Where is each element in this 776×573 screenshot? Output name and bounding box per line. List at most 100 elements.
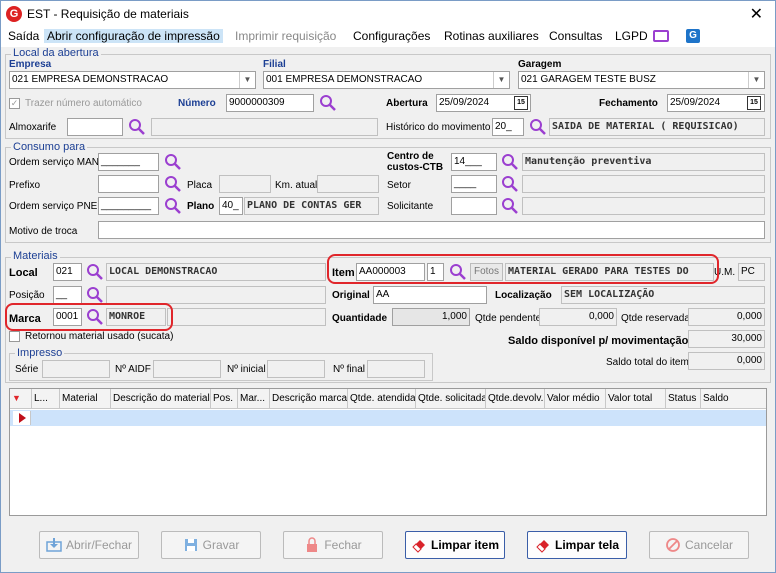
fechar-button[interactable]: Fechar — [283, 531, 383, 559]
help-icon[interactable]: G — [686, 29, 700, 43]
grid-col-status[interactable]: Status — [666, 389, 701, 409]
grid-col-qtde-solicitada[interactable]: Qtde. solicitada — [416, 389, 486, 409]
search-icon[interactable] — [529, 118, 547, 136]
aidf-value — [153, 360, 221, 378]
solicitante-input[interactable] — [451, 197, 497, 215]
menu-consultas[interactable]: Consultas — [546, 29, 605, 43]
search-icon[interactable] — [128, 118, 146, 136]
table-row[interactable] — [10, 410, 766, 426]
centro-custos-label: Centro de custos-CTB — [387, 151, 444, 173]
gravar-button[interactable]: Gravar — [161, 531, 261, 559]
grid-col-valor-total[interactable]: Valor total — [606, 389, 666, 409]
eraser-icon — [535, 537, 551, 553]
menu-imprimir-requisicao[interactable]: Imprimir requisição — [232, 29, 339, 43]
ordem-pne-label: Ordem serviço PNE — [9, 201, 98, 212]
monitor-icon[interactable] — [653, 30, 669, 42]
almoxarife-input[interactable] — [67, 118, 123, 136]
centro-custos-code-input[interactable]: 14___ — [451, 153, 497, 171]
filial-select[interactable]: 001 EMPRESA DEMONSTRACAO — [263, 71, 510, 89]
limpar-tela-button[interactable]: Limpar tela — [527, 531, 627, 559]
chevron-down-icon[interactable]: ▼ — [748, 72, 764, 88]
materials-grid[interactable]: ▼ L... Material Descrição do material Po… — [9, 388, 767, 516]
fechamento-label: Fechamento — [599, 98, 658, 109]
setor-input[interactable]: ____ — [451, 175, 497, 193]
grid-col-material[interactable]: Material — [60, 389, 111, 409]
cancelar-button[interactable]: Cancelar — [649, 531, 749, 559]
motivo-troca-input[interactable] — [98, 221, 765, 239]
ordem-pne-input[interactable]: _________ — [98, 197, 159, 215]
ordem-man-input[interactable]: _______ — [98, 153, 159, 171]
empresa-select[interactable]: 021 EMPRESA DEMONSTRACAO — [9, 71, 256, 89]
plano-description: PLANO DE CONTAS GER — [244, 197, 379, 215]
calendar-icon[interactable]: 15 — [514, 96, 528, 110]
grid-col-qtde-atendida[interactable]: Qtde. atendida — [348, 389, 416, 409]
main-window: G EST - Requisição de materiais ✕ Saída … — [0, 0, 776, 573]
menu-rotinas-auxiliares[interactable]: Rotinas auxiliares — [441, 29, 542, 43]
grid-col-saldo[interactable]: Saldo — [701, 389, 766, 409]
grid-col-valor-medio[interactable]: Valor médio — [545, 389, 606, 409]
grid-col-descricao-material[interactable]: Descrição do material — [111, 389, 211, 409]
highlight-item — [327, 254, 719, 284]
calendar-icon[interactable]: 15 — [747, 96, 761, 110]
search-icon[interactable] — [164, 153, 182, 171]
menu-bar: Saída Abrir configuração de impressão Im… — [1, 27, 775, 47]
limpar-item-button[interactable]: Limpar item — [405, 531, 505, 559]
search-icon[interactable] — [164, 175, 182, 193]
serie-label: Série — [15, 364, 39, 375]
grid-col-descricao-marca[interactable]: Descrição marca — [270, 389, 348, 409]
um-value: PC — [738, 263, 765, 281]
folder-down-icon — [46, 537, 62, 553]
chevron-down-icon[interactable]: ▼ — [493, 72, 509, 88]
inicial-value — [267, 360, 325, 378]
app-logo-icon: G — [6, 6, 22, 22]
marca-extra — [167, 308, 326, 326]
grid-col-marca[interactable]: Mar... — [238, 389, 270, 409]
search-icon[interactable] — [164, 197, 182, 215]
search-icon[interactable] — [501, 153, 519, 171]
search-icon[interactable] — [501, 175, 519, 193]
search-icon[interactable] — [319, 94, 337, 112]
historico-label: Histórico do movimento — [386, 122, 491, 133]
prefixo-input[interactable] — [98, 175, 159, 193]
local-code-input[interactable]: 021 — [53, 263, 82, 281]
grid-col-qtde-devolv[interactable]: Qtde.devolv. — [486, 389, 545, 409]
centro-custos-description: Manutenção preventiva — [522, 153, 765, 171]
group-materiais-title: Materiais — [11, 250, 60, 262]
prefixo-label: Prefixo — [9, 180, 41, 191]
grid-col-l[interactable]: L... — [32, 389, 60, 409]
search-icon[interactable] — [86, 263, 104, 281]
plano-label: Plano — [187, 201, 215, 212]
final-value — [367, 360, 425, 378]
empresa-label: Empresa — [9, 59, 52, 70]
title-bar: G EST - Requisição de materiais ✕ — [1, 1, 775, 27]
trazer-numero-checkbox[interactable]: ✓ — [9, 98, 20, 109]
saldo-total-value: 0,000 — [688, 352, 765, 370]
grid-col-pos[interactable]: Pos. — [211, 389, 238, 409]
garagem-label: Garagem — [518, 59, 562, 70]
original-input[interactable]: AA — [373, 286, 487, 304]
posicao-input[interactable]: __ — [53, 286, 82, 304]
historico-description: SAIDA DE MATERIAL ( REQUISICAO) — [549, 118, 765, 136]
historico-code-input[interactable]: 20_ — [492, 118, 524, 136]
km-atual-label: Km. atual — [275, 180, 318, 191]
retornou-sucata-checkbox[interactable] — [9, 331, 20, 342]
solicitante-label: Solicitante — [387, 201, 434, 212]
abrir-fechar-button[interactable]: Abrir/Fechar — [39, 531, 139, 559]
qtde-pendente-label: Qtde pendente — [475, 313, 542, 324]
menu-abrir-configuracao[interactable]: Abrir configuração de impressão — [44, 29, 223, 43]
plano-code-input[interactable]: 40_ — [219, 197, 243, 215]
quantidade-input[interactable]: 1,000 — [392, 308, 470, 326]
menu-configuracoes[interactable]: Configurações — [350, 29, 433, 43]
qtde-pendente-value: 0,000 — [539, 308, 617, 326]
sort-arrow-icon[interactable]: ▼ — [10, 389, 32, 409]
search-icon[interactable] — [501, 197, 519, 215]
numero-input[interactable]: 9000000309 — [226, 94, 314, 112]
chevron-down-icon[interactable]: ▼ — [239, 72, 255, 88]
search-icon[interactable] — [86, 286, 104, 304]
menu-saida[interactable]: Saída — [5, 29, 42, 43]
garagem-select[interactable]: 021 GARAGEM TESTE BUSZ — [518, 71, 765, 89]
menu-lgpd[interactable]: LGPD — [612, 29, 651, 43]
window-title: EST - Requisição de materiais — [27, 7, 189, 21]
save-icon — [183, 537, 199, 553]
close-button[interactable]: ✕ — [750, 4, 763, 24]
